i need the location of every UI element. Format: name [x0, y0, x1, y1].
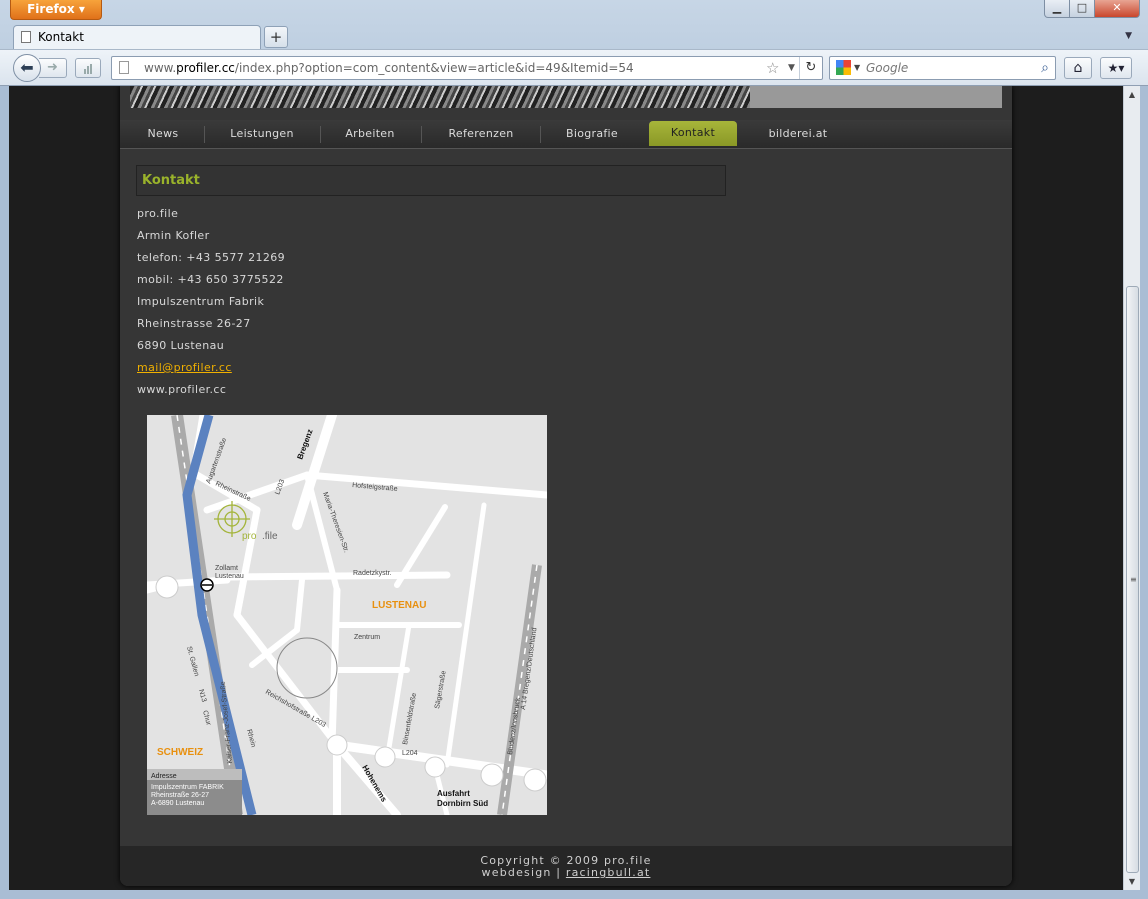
map-label-ausfahrt-2: Dornbirn Süd: [437, 799, 488, 808]
banner-image: [130, 86, 750, 108]
menu-item-bilderei[interactable]: bilderei.at: [754, 120, 842, 148]
menu-item-news[interactable]: News: [134, 120, 192, 148]
contact-city: 6890 Lustenau: [137, 339, 225, 352]
window-frame-right: [1140, 86, 1148, 899]
page-icon: [119, 61, 129, 74]
scrollbar-thumb[interactable]: ≡: [1126, 286, 1139, 873]
tab-list-icon[interactable]: ▼: [1125, 31, 1132, 41]
navigation-toolbar: ➜ ⬅ www.profiler.cc/index.php?option=com…: [0, 49, 1148, 86]
map-graphic: Augartenstraße Rheinstraße L203 Hofsteig…: [147, 415, 547, 815]
chevron-down-icon: ▾: [78, 2, 85, 16]
scroll-up-icon[interactable]: ▲: [1124, 86, 1140, 103]
tab-kontakt[interactable]: Kontakt: [13, 25, 261, 49]
footer-webdesign-label: webdesign |: [481, 866, 566, 879]
url-dropdown-icon[interactable]: ▼: [788, 57, 795, 79]
contact-email-link[interactable]: mail@profiler.cc: [137, 361, 232, 374]
arrow-left-icon: ⬅: [20, 58, 34, 77]
map-label-schweiz: SCHWEIZ: [157, 747, 203, 758]
page-viewport: News Leistungen Arbeiten Referenzen Biog…: [9, 86, 1123, 890]
reload-icon: ↻: [805, 60, 817, 75]
menu-item-biografie[interactable]: Biografie: [554, 120, 630, 148]
footer-credit-link[interactable]: racingbull.at: [566, 866, 651, 879]
url-bar[interactable]: www.profiler.cc/index.php?option=com_con…: [111, 56, 823, 80]
contact-mobile: mobil: +43 650 3775522: [137, 273, 284, 286]
reload-button[interactable]: ↻: [799, 57, 822, 79]
contact-web: www.profiler.cc: [137, 383, 227, 396]
main-menu: News Leistungen Arbeiten Referenzen Biog…: [120, 120, 1012, 149]
url-domain: profiler.cc: [176, 61, 235, 75]
site-page: News Leistungen Arbeiten Referenzen Biog…: [120, 86, 1012, 886]
new-tab-button[interactable]: +: [264, 26, 288, 48]
article-heading-box: Kontakt: [136, 165, 726, 196]
map-address-line: A-6890 Lustenau: [151, 800, 204, 807]
contact-street: Rheinstrasse 26-27: [137, 317, 251, 330]
map-label: Radetzkystr.: [353, 570, 392, 577]
minimize-button[interactable]: ▁: [1044, 0, 1070, 18]
map-label: L204: [402, 750, 418, 757]
bookmark-star-icon[interactable]: ☆: [766, 57, 779, 79]
contact-phone: telefon: +43 5577 21269: [137, 251, 286, 264]
home-button[interactable]: ⌂: [1064, 57, 1092, 79]
contact-building: Impulszentrum Fabrik: [137, 295, 265, 308]
search-placeholder: Google: [866, 61, 909, 75]
menu-item-leistungen[interactable]: Leistungen: [218, 120, 306, 148]
menu-separator: [320, 126, 321, 143]
back-button[interactable]: ⬅: [13, 54, 41, 82]
forward-button[interactable]: ➜: [39, 58, 67, 78]
bookmarks-button[interactable]: ★▾: [1100, 57, 1132, 79]
map-label: Zentrum: [354, 634, 380, 641]
map-label: Zollamt: [215, 565, 238, 572]
header-banner: [130, 86, 1002, 108]
site-footer: Copyright © 2009 pro.file webdesign | ra…: [120, 846, 1012, 886]
page-icon: [21, 31, 31, 43]
scroll-down-icon[interactable]: ▼: [1124, 873, 1140, 890]
menu-item-referenzen[interactable]: Referenzen: [435, 120, 527, 148]
map-logo-pro: pro: [242, 531, 257, 542]
menu-item-arbeiten[interactable]: Arbeiten: [334, 120, 406, 148]
contact-name: Armin Kofler: [137, 229, 210, 242]
close-window-button[interactable]: ✕: [1094, 0, 1140, 18]
google-icon: [836, 60, 851, 75]
menu-separator: [204, 126, 205, 143]
grip-icon: ≡: [1130, 575, 1137, 584]
map-label-ausfahrt: Ausfahrt: [437, 789, 470, 798]
contact-company: pro.file: [137, 207, 179, 220]
url-path: /index.php?option=com_content&view=artic…: [234, 61, 634, 75]
map-address-line: Impulszentrum FABRIK: [151, 784, 224, 791]
window-frame-left: [0, 86, 9, 899]
feed-button[interactable]: [75, 58, 101, 78]
url-text: www.profiler.cc/index.php?option=com_con…: [144, 57, 634, 79]
search-icon[interactable]: ⌕: [1041, 57, 1049, 79]
bar-chart-icon: [84, 64, 92, 74]
menu-item-kontakt[interactable]: Kontakt: [649, 121, 737, 146]
page-title: Kontakt: [142, 173, 200, 188]
menu-separator: [540, 126, 541, 143]
tab-title: Kontakt: [38, 30, 84, 44]
menu-separator: [421, 126, 422, 143]
map-label: Lustenau: [215, 573, 244, 580]
vertical-scrollbar[interactable]: ▲ ≡ ▼: [1123, 86, 1140, 890]
firefox-label: Firefox: [27, 2, 75, 16]
maximize-button[interactable]: □: [1069, 0, 1095, 18]
location-map: Augartenstraße Rheinstraße L203 Hofsteig…: [147, 415, 547, 815]
firefox-menu-button[interactable]: Firefox ▾: [10, 0, 102, 20]
search-engine-dropdown-icon[interactable]: ▼: [854, 57, 860, 79]
arrow-right-icon: ➜: [47, 60, 58, 75]
back-forward-group: ➜ ⬅: [13, 54, 69, 82]
footer-webdesign: webdesign | racingbull.at: [120, 866, 1012, 879]
bookmarks-icon: ★▾: [1107, 61, 1125, 75]
window-controls: ▁ □ ✕: [1044, 0, 1140, 18]
home-icon: ⌂: [1073, 60, 1083, 76]
browser-chrome: Firefox ▾ ▁ □ ✕ Kontakt + ▼ ➜ ⬅ www.prof…: [0, 0, 1148, 86]
contact-details: pro.file Armin Kofler telefon: +43 5577 …: [137, 207, 285, 405]
map-address-title: Adresse: [151, 773, 177, 780]
window-frame-bottom: [0, 890, 1148, 899]
search-bar[interactable]: ▼ Google ⌕: [829, 56, 1056, 80]
map-label-lustenau: LUSTENAU: [372, 600, 426, 611]
map-logo-file: .file: [262, 531, 278, 542]
map-address-line: Rheinstraße 26-27: [151, 792, 209, 799]
url-prefix: www.: [144, 61, 177, 75]
